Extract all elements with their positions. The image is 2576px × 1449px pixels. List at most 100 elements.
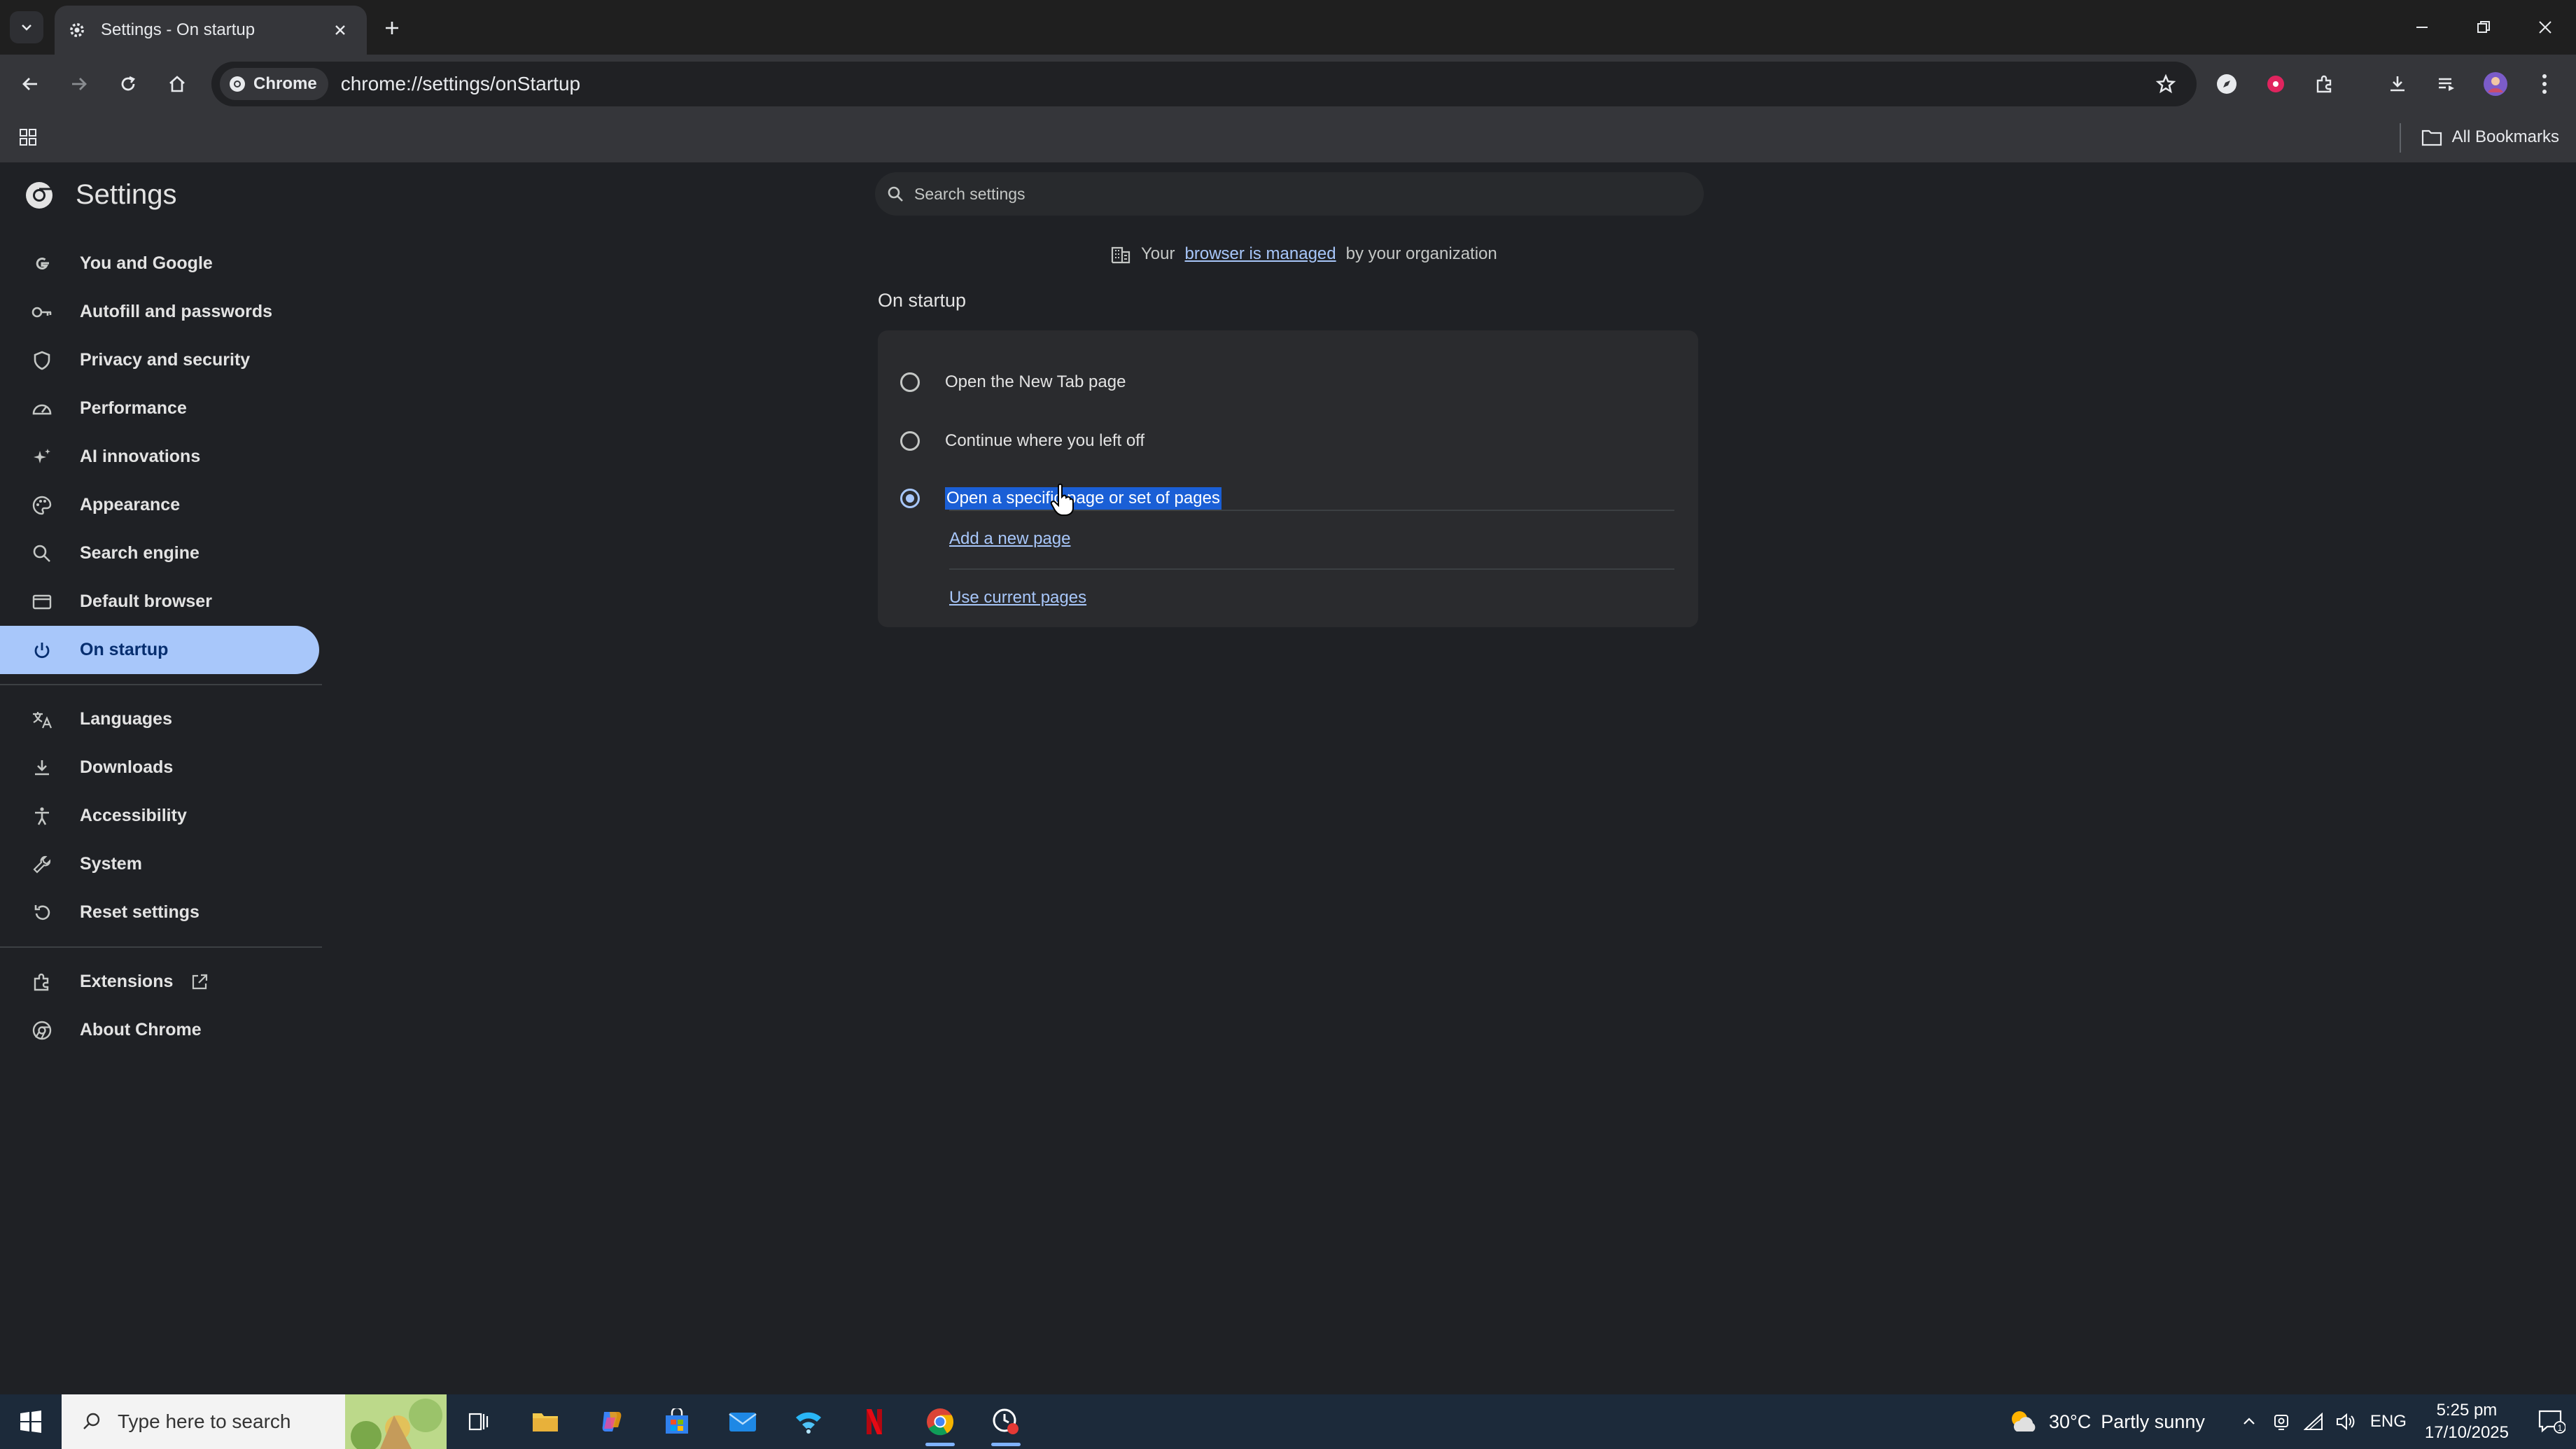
extensions-button[interactable] — [2300, 59, 2349, 108]
kebab-menu-icon — [2542, 74, 2547, 94]
sidebar-item-label: Autofill and passwords — [80, 302, 273, 321]
translate-icon — [29, 707, 55, 732]
apps-button[interactable] — [14, 123, 42, 151]
hand-cursor-icon — [1050, 483, 1074, 516]
add-new-page-link[interactable]: Add a new page — [949, 529, 1070, 549]
show-hidden-icons-button[interactable] — [2233, 1394, 2265, 1449]
radio-label: Open a specific page or set of pages — [945, 487, 1222, 510]
media-controls-button[interactable] — [2422, 59, 2471, 108]
network-button[interactable] — [2297, 1394, 2330, 1449]
sidebar-item-autofill[interactable]: Autofill and passwords — [0, 288, 322, 336]
back-button[interactable] — [6, 59, 55, 108]
sidebar-item-appearance[interactable]: Appearance — [0, 481, 322, 529]
browser-tab[interactable]: Settings - On startup — [55, 6, 367, 55]
network-app-button[interactable] — [776, 1394, 841, 1449]
site-info-chip[interactable]: Chrome — [220, 68, 328, 100]
close-tab-button[interactable] — [326, 16, 354, 44]
notification-count: 1 — [2558, 1423, 2563, 1433]
start-button[interactable] — [0, 1394, 62, 1449]
wifi-app-icon — [796, 1412, 821, 1434]
search-settings-input[interactable]: Search settings — [875, 172, 1704, 216]
shield-icon — [29, 348, 55, 373]
minimize-button[interactable] — [2391, 0, 2453, 55]
search-icon — [888, 186, 903, 202]
toolbar: Chrome chrome://settings/onStartup — [0, 55, 2576, 113]
sidebar-item-extensions[interactable]: Extensions — [0, 958, 322, 1006]
tab-search-button[interactable] — [10, 11, 43, 43]
sidebar-item-privacy[interactable]: Privacy and security — [0, 336, 322, 384]
file-explorer-button[interactable] — [512, 1394, 578, 1449]
window-controls — [2391, 0, 2576, 55]
netflix-button[interactable] — [841, 1394, 907, 1449]
sidebar-item-label: AI innovations — [80, 447, 201, 466]
clock[interactable]: 5:25 pm 17/10/2025 — [2425, 1399, 2509, 1444]
radio-option-specific-pages[interactable]: Open a specific page or set of pages — [878, 470, 1698, 526]
new-tab-button[interactable] — [377, 13, 407, 43]
volume-button[interactable] — [2330, 1394, 2362, 1449]
record-icon — [2267, 76, 2284, 92]
radio-option-continue[interactable]: Continue where you left off — [878, 413, 1698, 469]
radio-option-new-tab[interactable]: Open the New Tab page — [878, 354, 1698, 410]
weather-widget[interactable]: 30°C Partly sunny — [2007, 1408, 2205, 1436]
sidebar-item-you-and-google[interactable]: You and Google — [0, 239, 322, 288]
address-bar[interactable]: Chrome chrome://settings/onStartup — [211, 62, 2197, 106]
chrome-taskbar-button[interactable] — [907, 1394, 973, 1449]
sidebar-item-ai-innovations[interactable]: AI innovations — [0, 433, 322, 481]
sidebar-item-about-chrome[interactable]: About Chrome — [0, 1006, 322, 1054]
reload-icon — [121, 76, 136, 91]
star-icon — [2155, 74, 2176, 94]
profile-avatar[interactable] — [2471, 59, 2520, 108]
sidebar-item-downloads[interactable]: Downloads — [0, 743, 322, 792]
restore-button[interactable] — [2453, 0, 2514, 55]
sidebar-item-search-engine[interactable]: Search engine — [0, 529, 322, 578]
sidebar-item-reset-settings[interactable]: Reset settings — [0, 888, 322, 937]
url-text: chrome://settings/onStartup — [340, 73, 581, 94]
browser-managed-link[interactable]: browser is managed — [1185, 244, 1336, 264]
recording-app-button[interactable] — [973, 1394, 1039, 1449]
taskbar-search-box[interactable]: Type here to search — [62, 1394, 447, 1449]
all-bookmarks-button[interactable]: All Bookmarks — [2421, 122, 2559, 153]
sidebar-item-label: Accessibility — [80, 806, 187, 825]
sidebar-item-label: Default browser — [80, 592, 212, 611]
microsoft-store-button[interactable] — [644, 1394, 710, 1449]
radio-button[interactable] — [900, 431, 920, 451]
search-icon — [29, 541, 55, 566]
extension-compass-button[interactable] — [2202, 59, 2251, 108]
language-indicator[interactable]: ENG — [2370, 1412, 2407, 1432]
sidebar-item-on-startup[interactable]: On startup — [0, 626, 319, 674]
section-title: On startup — [878, 290, 967, 311]
radio-button-selected[interactable] — [900, 489, 920, 508]
sidebar-item-system[interactable]: System — [0, 840, 322, 888]
notifications-button[interactable]: 1 — [2527, 1394, 2576, 1449]
forward-button[interactable] — [55, 59, 104, 108]
sidebar-item-accessibility[interactable]: Accessibility — [0, 792, 322, 840]
close-window-button[interactable] — [2514, 0, 2576, 55]
bookmark-star-button[interactable] — [2150, 69, 2181, 99]
home-button[interactable] — [153, 59, 202, 108]
sidebar-item-performance[interactable]: Performance — [0, 384, 322, 433]
page-title: Settings — [76, 179, 177, 210]
managed-suffix: by your organization — [1345, 244, 1497, 263]
task-view-button[interactable] — [447, 1394, 512, 1449]
meet-now-button[interactable] — [2265, 1394, 2297, 1449]
reload-button[interactable] — [104, 59, 153, 108]
sparkle-icon — [29, 444, 55, 470]
sidebar-item-default-browser[interactable]: Default browser — [0, 578, 322, 626]
sidebar-item-languages[interactable]: Languages — [0, 695, 322, 743]
arrow-left-icon — [22, 78, 37, 90]
copilot-button[interactable] — [578, 1394, 644, 1449]
downloads-button[interactable] — [2373, 59, 2422, 108]
menu-button[interactable] — [2520, 59, 2569, 108]
minimize-icon — [2416, 27, 2428, 28]
restore-icon — [2477, 21, 2490, 33]
google-icon — [29, 251, 55, 276]
tab-title: Settings - On startup — [101, 20, 255, 39]
use-current-pages-link[interactable]: Use current pages — [949, 588, 1086, 608]
network-icon — [2303, 1413, 2323, 1430]
sidebar-item-label: Search engine — [80, 543, 200, 563]
mail-button[interactable] — [710, 1394, 776, 1449]
site-chip-label: Chrome — [253, 74, 317, 93]
notification-icon: 1 — [2538, 1410, 2566, 1434]
extension-red-button[interactable] — [2251, 59, 2300, 108]
radio-button[interactable] — [900, 372, 920, 392]
